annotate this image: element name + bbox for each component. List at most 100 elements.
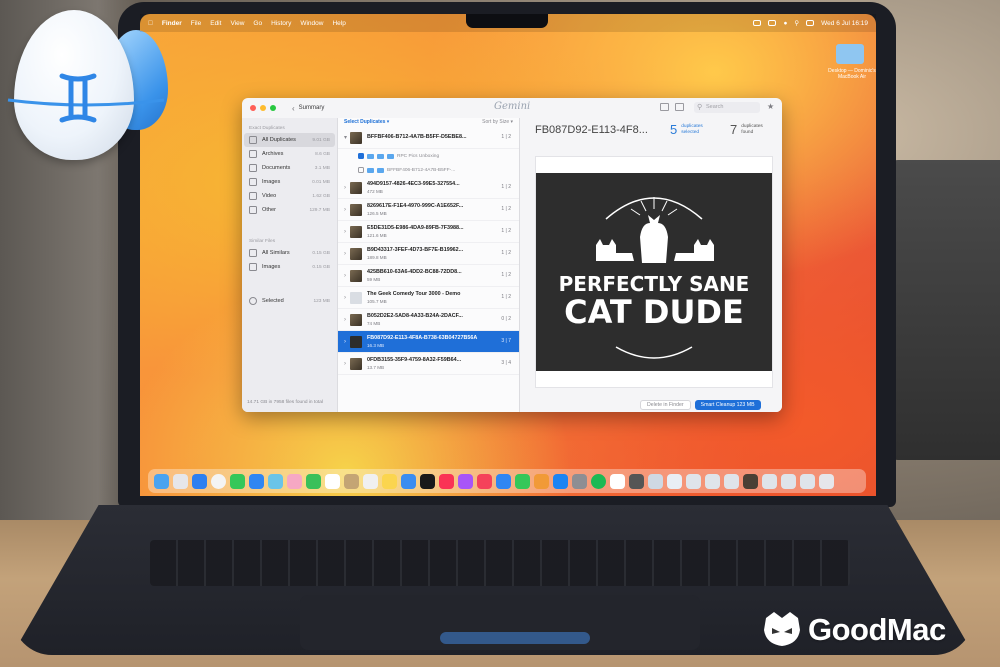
wifi-icon[interactable]: ● xyxy=(783,20,787,27)
grid-view-icon[interactable] xyxy=(660,103,669,111)
folder-icon xyxy=(367,167,374,173)
recent-document-icon[interactable] xyxy=(762,473,777,489)
delete-in-finder-button[interactable]: Delete in Finder xyxy=(640,400,691,410)
image-icon xyxy=(249,178,257,186)
slack-icon[interactable] xyxy=(610,473,625,489)
sidebar-item-archives[interactable]: Archives 8.6 GB xyxy=(242,147,337,161)
launchpad-icon[interactable] xyxy=(173,473,188,489)
duplicate-path-row[interactable]: BFFBF406-B712-4A7B-B5FF-... xyxy=(338,163,519,177)
recent-document-icon[interactable] xyxy=(800,473,815,489)
recent-document-icon[interactable] xyxy=(705,473,720,489)
sidebar-item-documents[interactable]: Documents 3.1 MB xyxy=(242,161,337,175)
menu-file[interactable]: File xyxy=(191,20,201,27)
duplicate-checkbox[interactable] xyxy=(358,167,364,173)
photos-icon[interactable] xyxy=(287,473,302,489)
contacts-icon[interactable] xyxy=(344,473,359,489)
sort-dropdown[interactable]: Sort by Size ▾ xyxy=(482,119,513,126)
camera-notch xyxy=(466,14,548,28)
duplicate-checkbox[interactable] xyxy=(358,153,364,159)
sidebar-item-other[interactable]: Other 129.7 MB xyxy=(242,203,337,217)
list-item[interactable]: › 425BB610-63A6-4DD2-BC88-72DD8... 59 MB… xyxy=(338,265,519,287)
sidebar-item-video[interactable]: Video 1.62 GB xyxy=(242,189,337,203)
duplicate-ratio: 1 | 2 xyxy=(501,250,511,256)
list-item[interactable]: › 494D9157-4826-4EC3-99E5-327554... 472 … xyxy=(338,177,519,199)
recent-document-icon[interactable] xyxy=(724,473,739,489)
maps-icon[interactable] xyxy=(268,473,283,489)
smart-cleanup-button[interactable]: Smart Cleanup 123 MB xyxy=(694,400,761,410)
minimize-button[interactable] xyxy=(260,105,266,111)
menu-window[interactable]: Window xyxy=(300,20,323,27)
list-item-selected[interactable]: › FB087D92-E113-4F8A-B738-63B04727B56A 1… xyxy=(338,331,519,353)
preview-icon[interactable] xyxy=(648,473,663,489)
sidebar-item-images[interactable]: Images 0.01 MB xyxy=(242,175,337,189)
safari-icon[interactable] xyxy=(192,473,207,489)
sidebar-section-duplicates: Exact Duplicates xyxy=(249,126,285,131)
sidebar-item-all-similars[interactable]: All Similars 0.15 GB xyxy=(242,246,337,260)
app-store-icon[interactable] xyxy=(553,473,568,489)
system-settings-icon[interactable] xyxy=(572,473,587,489)
list-item[interactable]: › 8269617E-F1E4-4970-999C-A1E652F... 126… xyxy=(338,199,519,221)
list-item[interactable]: › The Geek Comedy Tour 3000 - Demo 105.7… xyxy=(338,287,519,309)
mail-icon[interactable] xyxy=(249,473,264,489)
list-view-icon[interactable] xyxy=(675,103,684,111)
list-item-expanded[interactable]: ▾ BFFBF406-B712-4A7B-B5FF-D5EBE8... 1 | … xyxy=(338,127,519,149)
status-icon[interactable] xyxy=(753,20,762,26)
messages-icon[interactable] xyxy=(230,473,245,489)
sidebar-item-size: 0.15 GB xyxy=(312,264,330,270)
list-item[interactable]: › 0FDB3155-35F9-4759-8A32-F59B64... 13.7… xyxy=(338,353,519,375)
battery-icon[interactable] xyxy=(768,20,777,26)
textedit-icon[interactable] xyxy=(667,473,682,489)
menu-help[interactable]: Help xyxy=(332,20,345,27)
menu-app-name[interactable]: Finder xyxy=(162,20,182,27)
freeform-icon[interactable] xyxy=(401,473,416,489)
tv-icon[interactable] xyxy=(420,473,435,489)
recent-document-icon[interactable] xyxy=(781,473,796,489)
search-placeholder: Search xyxy=(706,104,724,110)
list-item[interactable]: › E5DE31D5-E986-4DA9-89FB-7F3988... 121.… xyxy=(338,221,519,243)
sidebar-item-selected[interactable]: Selected 123 MB xyxy=(242,294,337,308)
star-icon[interactable]: ★ xyxy=(767,102,774,111)
menu-clock[interactable]: Wed 6 Jul 16:19 xyxy=(821,20,868,27)
pages-icon[interactable] xyxy=(534,473,549,489)
duplicate-path-row[interactable]: RPC Pics Unboxing xyxy=(338,149,519,163)
keynote-icon[interactable] xyxy=(496,473,511,489)
reminders-icon[interactable] xyxy=(363,473,378,489)
recent-document-icon[interactable] xyxy=(686,473,701,489)
sidebar-item-all-duplicates[interactable]: All Duplicates 9.01 GB xyxy=(244,133,335,147)
found-count: 7 xyxy=(730,122,738,137)
menu-history[interactable]: History xyxy=(271,20,291,27)
facetime-icon[interactable] xyxy=(306,473,321,489)
recent-document-icon[interactable] xyxy=(743,473,758,489)
zoom-button[interactable] xyxy=(270,105,276,111)
control-center-icon[interactable] xyxy=(806,20,815,26)
search-input[interactable]: ⚲ Search xyxy=(694,102,760,113)
calculator-icon[interactable] xyxy=(629,473,644,489)
menu-view[interactable]: View xyxy=(230,20,244,27)
close-button[interactable] xyxy=(250,105,256,111)
back-to-summary-button[interactable]: ‹ Summary xyxy=(292,104,324,113)
sidebar-item-label: Images xyxy=(262,179,281,185)
sidebar-item-similar-images[interactable]: Images 0.15 GB xyxy=(242,260,337,274)
trash-icon[interactable] xyxy=(819,473,834,489)
chevron-left-icon: ‹ xyxy=(292,103,295,113)
file-thumbnail xyxy=(350,247,362,260)
numbers-icon[interactable] xyxy=(515,473,530,489)
news-icon[interactable] xyxy=(477,473,492,489)
search-menu-icon[interactable]: ⚲ xyxy=(794,19,799,27)
folder-icon xyxy=(367,153,374,159)
select-duplicates-dropdown[interactable]: Select Duplicates ▾ xyxy=(344,119,389,126)
desktop-folder-icon[interactable] xyxy=(836,44,864,64)
podcasts-icon[interactable] xyxy=(458,473,473,489)
spotify-icon[interactable] xyxy=(591,473,606,489)
calendar-icon[interactable] xyxy=(325,473,340,489)
menu-go[interactable]: Go xyxy=(253,20,262,27)
music-icon[interactable] xyxy=(439,473,454,489)
duplicate-ratio: 1 | 2 xyxy=(501,294,511,300)
finder-icon[interactable] xyxy=(154,473,169,489)
menu-edit[interactable]: Edit xyxy=(210,20,221,27)
chrome-icon[interactable] xyxy=(211,473,226,489)
notes-icon[interactable] xyxy=(382,473,397,489)
list-item[interactable]: › B9D43317-3FEF-4D73-BF7E-B19962... 189.… xyxy=(338,243,519,265)
list-item[interactable]: › B052D2E2-5AD8-4A33-B24A-2DACF... 74 MB… xyxy=(338,309,519,331)
apple-menu-icon[interactable]:  xyxy=(148,20,153,27)
